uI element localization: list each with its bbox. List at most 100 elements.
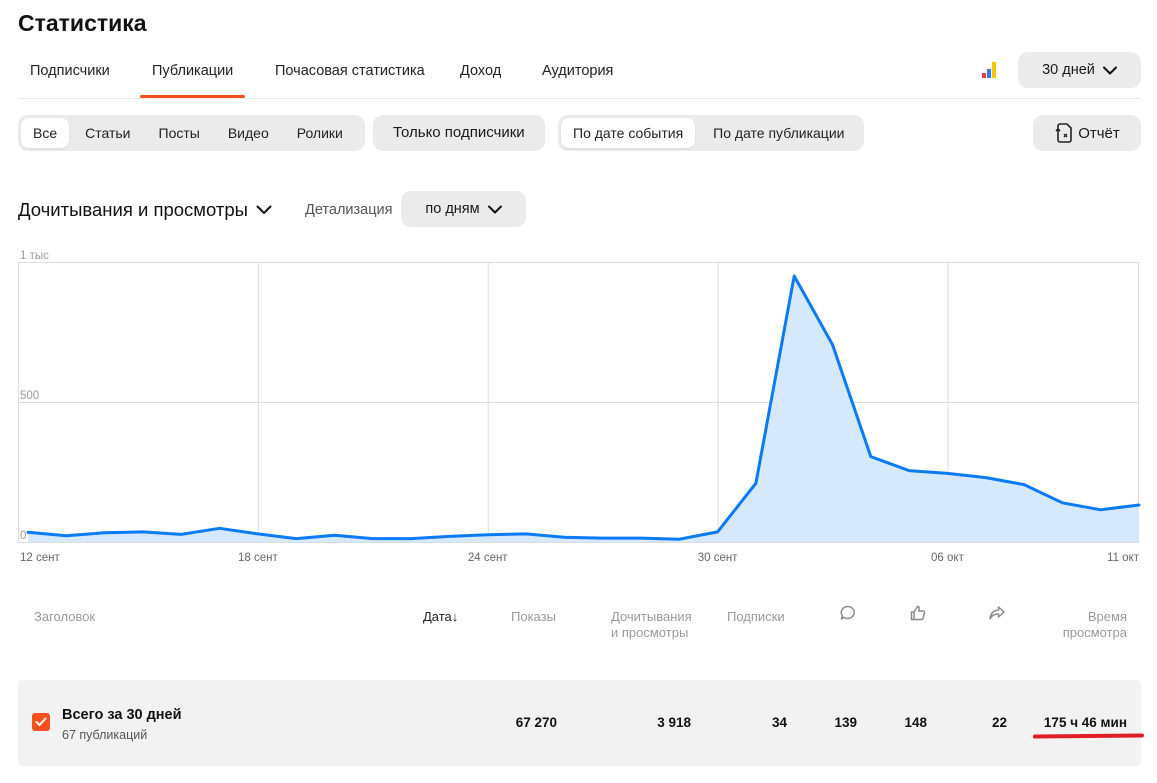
comment-icon[interactable] <box>839 604 857 622</box>
col-time-line1: Время <box>1087 609 1127 624</box>
x-tick-label: 24 сент <box>468 552 508 564</box>
data-point <box>525 533 527 535</box>
col-subscriptions[interactable]: Подписки <box>727 609 785 625</box>
data-point <box>793 275 796 277</box>
x-tick-label: 11 окт <box>1107 552 1140 564</box>
x-tick-label: 12 сент <box>20 552 60 564</box>
filter-shorts[interactable]: Ролики <box>285 118 355 148</box>
share-icon[interactable] <box>988 604 1006 622</box>
report-button[interactable]: Отчёт <box>1033 115 1141 151</box>
sort-desc-icon: ↓ <box>451 609 459 624</box>
data-point <box>908 469 910 472</box>
data-point <box>831 343 834 346</box>
date-mode-event[interactable]: По дате события <box>561 118 696 148</box>
data-point <box>65 535 68 537</box>
total-reads: 3 918 <box>657 715 691 730</box>
col-reads[interactable]: Дочитывания и просмотры <box>611 609 692 641</box>
filter-all[interactable]: Все <box>21 118 70 148</box>
filter-videos[interactable]: Видео <box>216 118 281 148</box>
section-tabs: Подписчики Публикации Почасовая статисти… <box>18 52 1141 99</box>
col-reads-line1: Дочитывания <box>611 609 692 624</box>
metric-label: Дочитывания и просмотры <box>18 199 248 220</box>
report-icon <box>1055 123 1073 143</box>
check-icon <box>35 717 47 726</box>
data-point <box>142 531 144 533</box>
chevron-down-icon <box>487 205 502 213</box>
total-likes: 148 <box>904 715 927 730</box>
chevron-down-icon <box>1102 66 1117 74</box>
data-point <box>984 476 987 479</box>
date-mode-switch: По дате события По дате публикации <box>558 115 864 151</box>
total-subtitle: 67 публикаций <box>62 728 148 742</box>
data-point <box>755 482 757 484</box>
chevron-down-icon <box>256 205 272 214</box>
period-label: 30 дней <box>1042 62 1095 78</box>
data-point <box>333 534 336 537</box>
total-checkbox[interactable] <box>32 713 50 731</box>
data-point <box>218 527 221 530</box>
views-chart: 1 тыс 500 0 12 сент 18 сент 24 сент 30 сент 06 … <box>18 248 1143 570</box>
data-point <box>103 531 106 534</box>
data-point <box>448 535 451 538</box>
page-title: Статистика <box>18 10 147 36</box>
data-point <box>678 538 681 540</box>
data-point <box>257 533 259 535</box>
col-impressions[interactable]: Показы <box>511 609 556 625</box>
col-watch-time[interactable]: Время просмотра <box>1060 609 1127 641</box>
col-time-line2: просмотра <box>1062 625 1127 640</box>
total-comments: 139 <box>834 715 857 730</box>
type-filter: Все Статьи Посты Видео Ролики <box>18 115 365 151</box>
data-point <box>295 537 297 540</box>
data-point <box>27 531 29 533</box>
data-point <box>716 531 719 533</box>
col-title[interactable]: Заголовок <box>34 609 95 625</box>
data-point <box>563 536 566 539</box>
col-date-label: Дата <box>423 609 452 624</box>
data-point <box>946 472 949 475</box>
col-reads-line2: и просмотры <box>611 625 689 640</box>
data-point <box>486 533 489 536</box>
data-point <box>601 537 604 539</box>
total-row: Всего за 30 дней 67 публикаций 67 270 3 … <box>18 680 1141 766</box>
data-point <box>1099 509 1102 511</box>
data-point <box>180 533 183 536</box>
tab-hourly-stats[interactable]: Почасовая статистика <box>263 52 437 98</box>
y-tick-label: 0 <box>20 530 26 542</box>
data-point <box>1061 502 1064 504</box>
total-subscriptions: 34 <box>771 715 787 730</box>
total-watch-time: 175 ч 46 мин <box>1043 715 1127 730</box>
y-tick-label: 500 <box>20 390 39 402</box>
data-point <box>640 537 642 539</box>
data-point <box>410 537 412 540</box>
detail-value: по дням <box>425 201 480 217</box>
bar-chart-icon[interactable] <box>982 62 1000 78</box>
series-area <box>28 276 1139 542</box>
metric-dropdown[interactable]: Дочитывания и просмотры <box>18 199 272 221</box>
table-header: Заголовок Дата↓ Показы Дочитывания и про… <box>0 600 1157 650</box>
filter-posts[interactable]: Посты <box>147 118 212 148</box>
total-shares: 22 <box>991 715 1007 730</box>
period-dropdown[interactable]: 30 дней <box>1018 52 1141 88</box>
col-date[interactable]: Дата↓ <box>423 609 458 625</box>
filter-articles[interactable]: Статьи <box>73 118 142 148</box>
report-label: Отчёт <box>1078 124 1120 142</box>
y-tick-label: 1 тыс <box>20 250 49 262</box>
x-tick-label: 06 окт <box>931 552 965 564</box>
like-icon[interactable] <box>909 604 927 622</box>
tab-subscribers[interactable]: Подписчики <box>18 52 122 98</box>
data-point <box>1023 483 1025 486</box>
total-title: Всего за 30 дней <box>62 707 182 723</box>
subscribers-only-toggle[interactable]: Только подписчики <box>373 115 545 151</box>
detail-label: Детализация <box>305 202 393 218</box>
data-point <box>1138 504 1140 506</box>
chart-canvas: 1 тыс 500 0 12 сент 18 сент 24 сент 30 сент 06 … <box>18 250 1141 564</box>
x-tick-label: 30 сент <box>698 552 738 564</box>
data-point <box>870 455 872 458</box>
tab-audience[interactable]: Аудитория <box>530 52 625 98</box>
tab-income[interactable]: Доход <box>448 52 513 98</box>
detail-dropdown[interactable]: по дням <box>401 191 526 227</box>
tab-publications[interactable]: Публикации <box>140 52 246 98</box>
total-impressions: 67 270 <box>515 715 557 730</box>
date-mode-publication[interactable]: По дате публикации <box>701 118 856 148</box>
x-tick-label: 18 сент <box>238 552 278 564</box>
